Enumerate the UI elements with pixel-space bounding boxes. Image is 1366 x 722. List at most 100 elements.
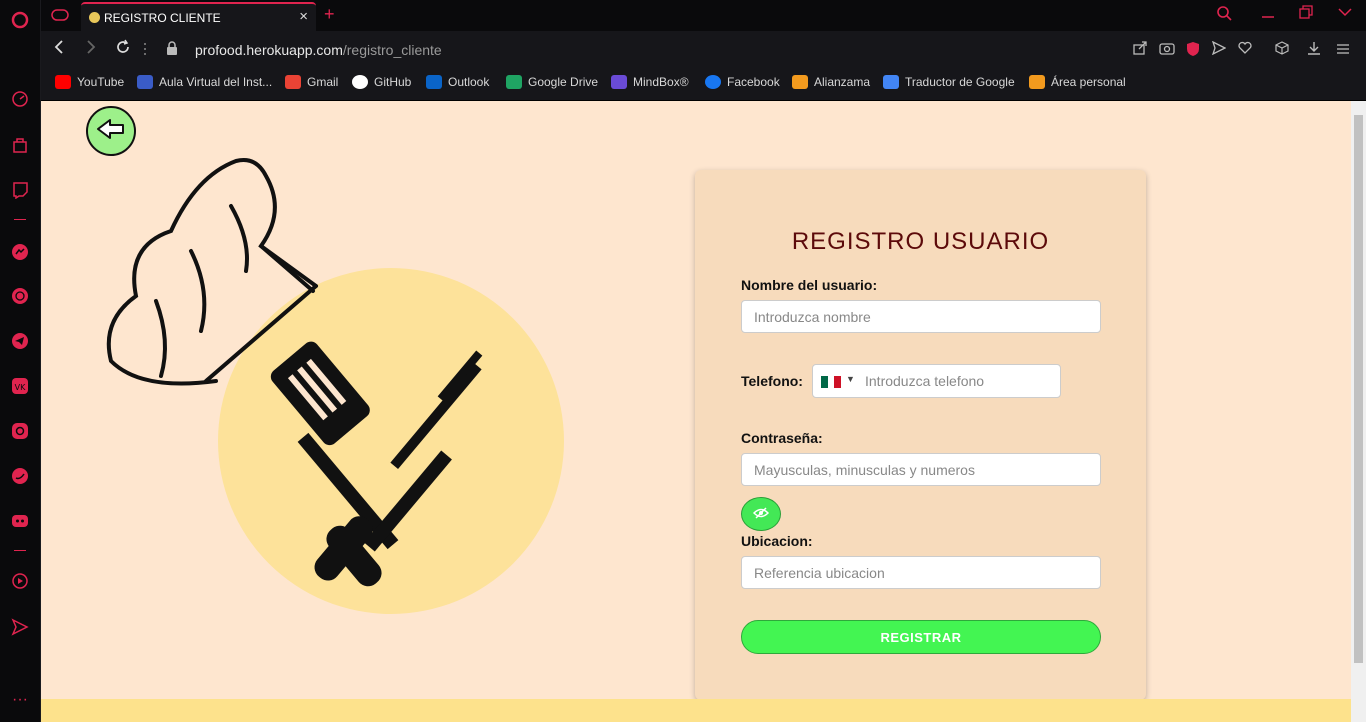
area-personal-icon: [1029, 75, 1045, 89]
more-icon[interactable]: ···: [10, 690, 30, 710]
vk-icon[interactable]: VK: [10, 376, 30, 396]
github-icon: [352, 75, 368, 89]
form-title: REGISTRO USUARIO: [791, 228, 1050, 255]
flow-send-icon[interactable]: [1211, 40, 1227, 58]
bookmark-mindbox[interactable]: MindBox®: [611, 75, 689, 89]
heart-icon[interactable]: [1238, 41, 1252, 57]
name-label: Nombre del usuario:: [741, 277, 878, 293]
search-tabs-icon[interactable]: [1216, 5, 1232, 25]
bookmark-outlook[interactable]: Outlook: [426, 75, 489, 89]
back-button[interactable]: [86, 106, 136, 156]
bookmark-alianzama[interactable]: Alianzama: [792, 75, 870, 89]
sidebar-divider: [14, 550, 26, 551]
phone-label: Telefono:: [741, 373, 803, 389]
bookmark-github[interactable]: GitHub: [352, 75, 411, 89]
restore-icon[interactable]: [1299, 5, 1313, 23]
telegram-icon[interactable]: [10, 331, 30, 351]
camera-icon[interactable]: [1159, 41, 1175, 58]
bookmark-label: MindBox®: [633, 75, 689, 89]
shopping-icon[interactable]: [10, 135, 30, 155]
outlook-icon: [426, 75, 442, 89]
illustration-circle: [218, 268, 564, 614]
bookmark-area-personal[interactable]: Área personal: [1029, 75, 1126, 89]
scrollbar-thumb[interactable]: [1354, 115, 1363, 663]
page-scrollbar[interactable]: [1351, 101, 1366, 722]
lock-icon[interactable]: [166, 41, 178, 58]
twitter-icon[interactable]: [10, 466, 30, 486]
gmail-icon: [285, 75, 301, 89]
browser-sidebar: VK ···: [0, 0, 41, 722]
whatsapp-icon[interactable]: [10, 286, 30, 306]
page-content: REGISTRO USUARIO Nombre del usuario: Tel…: [41, 101, 1351, 722]
gamepad-icon[interactable]: [49, 5, 71, 25]
youtube-icon: [55, 75, 71, 89]
instagram-icon[interactable]: [10, 421, 30, 441]
bookmark-label: Facebook: [727, 75, 780, 89]
url-host: profood.herokuapp.com: [195, 42, 343, 58]
tab-bar: REGISTRO CLIENTE × +: [41, 0, 1366, 31]
bookmark-label: Aula Virtual del Inst...: [159, 75, 273, 89]
password-label: Contraseña:: [741, 430, 823, 446]
bookmark-facebook[interactable]: Facebook: [705, 75, 780, 89]
share-icon[interactable]: [1133, 41, 1147, 58]
bookmark-label: Alianzama: [814, 75, 871, 89]
alianzama-icon: [792, 75, 808, 89]
shield-icon[interactable]: [1186, 41, 1200, 60]
chevron-down-icon[interactable]: ▼: [846, 374, 855, 384]
register-form-card: REGISTRO USUARIO Nombre del usuario: Tel…: [695, 170, 1146, 700]
url-field[interactable]: profood.herokuapp.com/registro_cliente: [195, 42, 442, 58]
speed-dial-icon[interactable]: [10, 89, 30, 109]
close-window-icon[interactable]: [1338, 5, 1352, 23]
phone-input[interactable]: [859, 365, 1059, 397]
mexico-flag-icon[interactable]: [821, 376, 842, 388]
bookmark-label: Google Drive: [528, 75, 599, 89]
back-nav-icon[interactable]: [52, 39, 66, 60]
send-icon[interactable]: [10, 617, 30, 637]
bookmark-google-drive[interactable]: Google Drive: [506, 75, 598, 89]
download-icon[interactable]: [1307, 41, 1321, 58]
tab-close-icon[interactable]: ×: [299, 8, 308, 25]
chef-illustration: [101, 151, 571, 621]
facebook-icon: [705, 75, 721, 89]
aula-icon: [137, 75, 153, 89]
bookmark-youtube[interactable]: YouTube: [55, 75, 124, 89]
reload-icon[interactable]: [115, 39, 131, 60]
bookmark-gmail[interactable]: Gmail: [285, 75, 338, 89]
arrow-left-icon: [96, 118, 126, 145]
bookmark-traductor[interactable]: Traductor de Google: [883, 75, 1015, 89]
opera-logo-icon[interactable]: [10, 10, 30, 30]
location-label: Ubicacion:: [741, 533, 813, 549]
minimize-icon[interactable]: [1261, 5, 1275, 23]
mindbox-icon: [611, 75, 627, 89]
bookmark-label: Gmail: [307, 75, 339, 89]
phone-field: ▼: [812, 364, 1061, 398]
forward-nav-icon[interactable]: [84, 39, 98, 60]
translate-icon: [883, 75, 899, 89]
bookmark-label: YouTube: [77, 75, 125, 89]
address-bar: profood.herokuapp.com/registro_cliente: [41, 31, 1366, 69]
location-input[interactable]: [741, 556, 1101, 589]
bookmarks-bar: YouTube Aula Virtual del Inst... Gmail G…: [41, 69, 1366, 100]
cube-icon[interactable]: [1275, 41, 1289, 58]
tab-registro-cliente[interactable]: REGISTRO CLIENTE ×: [81, 2, 316, 31]
drive-icon: [506, 75, 522, 89]
bookmark-aula-virtual[interactable]: Aula Virtual del Inst...: [137, 75, 272, 89]
player-icon[interactable]: [10, 571, 30, 591]
discord-icon[interactable]: [10, 511, 30, 531]
bookmark-label: Área personal: [1051, 75, 1126, 89]
toggle-password-button[interactable]: [741, 497, 781, 531]
bookmark-label: Outlook: [448, 75, 490, 89]
url-path: /registro_cliente: [342, 42, 442, 58]
register-button[interactable]: REGISTRAR: [741, 620, 1101, 654]
tab-title: REGISTRO CLIENTE: [104, 11, 221, 25]
new-tab-icon[interactable]: +: [324, 4, 335, 25]
password-input[interactable]: [741, 453, 1101, 486]
favicon-icon: [89, 12, 100, 23]
eye-slash-icon: [752, 506, 770, 522]
name-input[interactable]: [741, 300, 1101, 333]
menu-icon[interactable]: [1336, 41, 1350, 58]
site-menu-icon[interactable]: [143, 42, 147, 61]
twitch-icon[interactable]: [10, 180, 30, 200]
bookmark-label: Traductor de Google: [905, 75, 1015, 89]
messenger-icon[interactable]: [10, 242, 30, 262]
